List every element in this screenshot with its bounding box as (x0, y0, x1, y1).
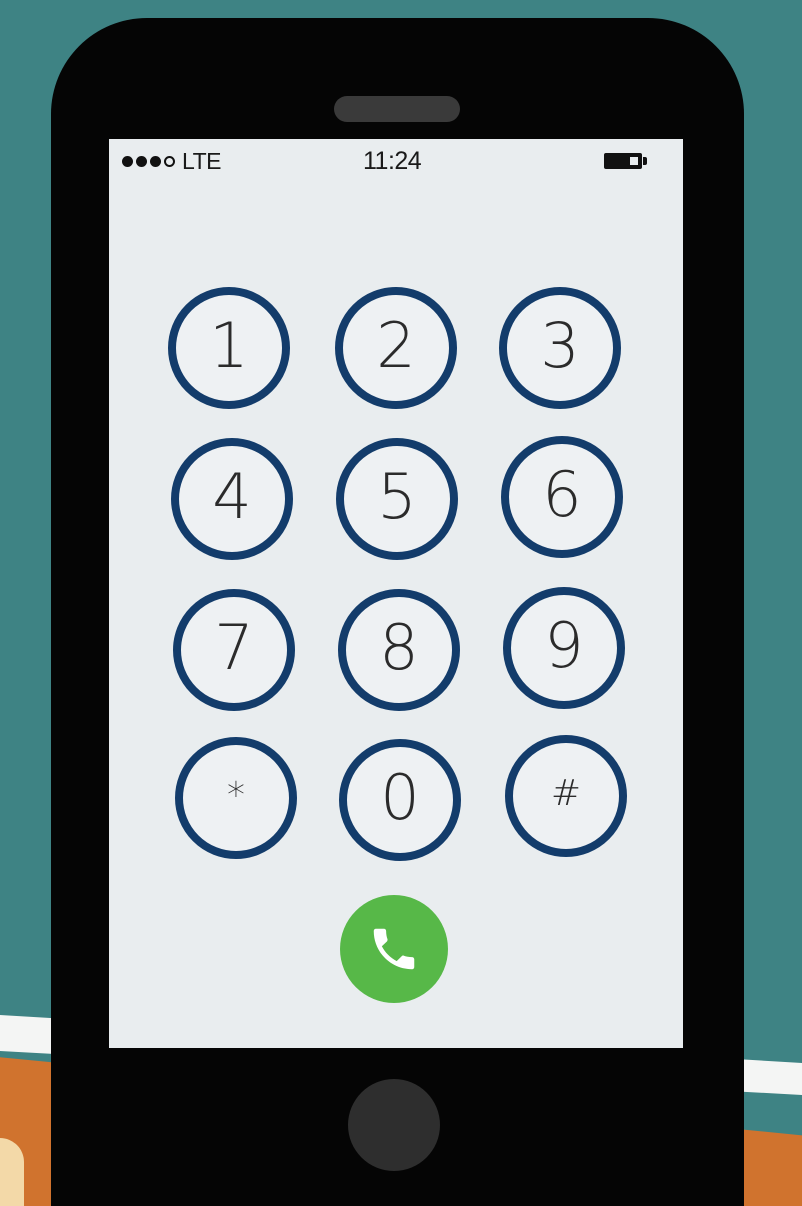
key-4[interactable]: 4 (171, 438, 293, 560)
key-5[interactable]: 5 (336, 438, 458, 560)
call-button[interactable] (340, 895, 448, 1003)
key-label: 8 (379, 611, 419, 684)
phone-body: LTE 11:24 1 2 3 4 5 6 7 8 9 * 0 # (51, 18, 744, 1206)
key-star[interactable]: * (175, 737, 297, 859)
phone-icon (373, 928, 415, 970)
key-label: 9 (544, 609, 584, 682)
key-label: 4 (212, 460, 252, 533)
key-3[interactable]: 3 (499, 287, 621, 409)
key-label: 1 (209, 309, 249, 382)
key-label: * (227, 775, 245, 816)
key-0[interactable]: 0 (339, 739, 461, 861)
key-hash[interactable]: # (505, 735, 627, 857)
home-button[interactable] (348, 1079, 440, 1171)
key-9[interactable]: 9 (503, 587, 625, 709)
key-7[interactable]: 7 (173, 589, 295, 711)
key-2[interactable]: 2 (335, 287, 457, 409)
key-6[interactable]: 6 (501, 436, 623, 558)
key-label: 7 (214, 611, 254, 684)
key-8[interactable]: 8 (338, 589, 460, 711)
key-label: 0 (380, 761, 420, 834)
key-label: 5 (377, 460, 417, 533)
key-label: 2 (376, 309, 416, 382)
key-label: # (550, 773, 582, 814)
key-1[interactable]: 1 (168, 287, 290, 409)
key-label: 3 (540, 309, 580, 382)
key-label: 6 (542, 458, 582, 531)
phone-speaker (334, 96, 460, 122)
phone-screen: LTE 11:24 1 2 3 4 5 6 7 8 9 * 0 # (109, 139, 683, 1048)
